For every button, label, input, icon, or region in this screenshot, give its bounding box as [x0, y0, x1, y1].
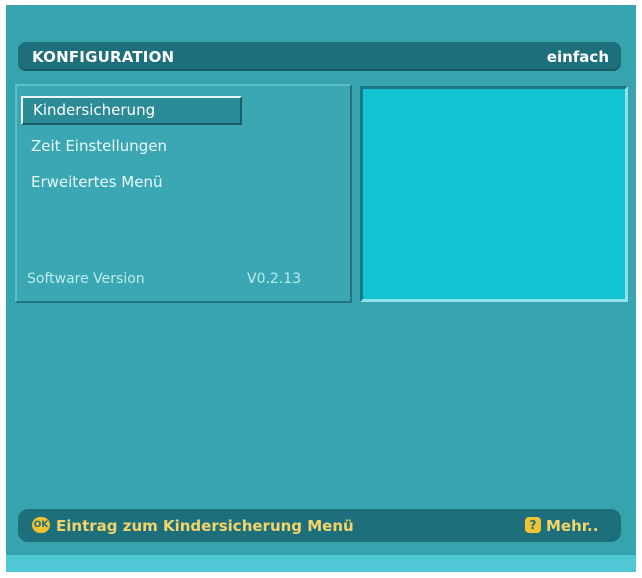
menu-item-label: Erweitertes Menü: [31, 173, 163, 191]
footer-bar: OK Eintrag zum Kindersicherung Menü ? Me…: [18, 509, 621, 542]
footer-hint: Eintrag zum Kindersicherung Menü: [56, 517, 354, 535]
menu-item-erweitertes-menu[interactable]: Erweitertes Menü: [21, 168, 162, 197]
menu-panel: Kindersicherung Zeit Einstellungen Erwei…: [15, 84, 352, 303]
menu-item-kindersicherung[interactable]: Kindersicherung: [21, 96, 242, 125]
header-bar: KONFIGURATION einfach: [18, 42, 621, 71]
help-key-icon: ?: [525, 517, 541, 533]
menu-mode-label: einfach: [546, 48, 609, 66]
menu-item-zeit-einstellungen[interactable]: Zeit Einstellungen: [21, 132, 167, 161]
page-title: KONFIGURATION: [32, 48, 175, 66]
software-version-value: V0.2.13: [247, 271, 302, 287]
more-label: Mehr..: [546, 517, 599, 535]
ok-key-icon: OK: [32, 517, 50, 533]
menu-item-label: Zeit Einstellungen: [31, 137, 168, 155]
configuration-screen: KONFIGURATION einfach Kindersicherung Ze…: [6, 5, 636, 572]
menu-item-label: Kindersicherung: [33, 101, 156, 119]
software-version-label: Software Version: [27, 271, 145, 287]
bottom-strip: [6, 555, 636, 572]
preview-panel: [360, 86, 628, 302]
